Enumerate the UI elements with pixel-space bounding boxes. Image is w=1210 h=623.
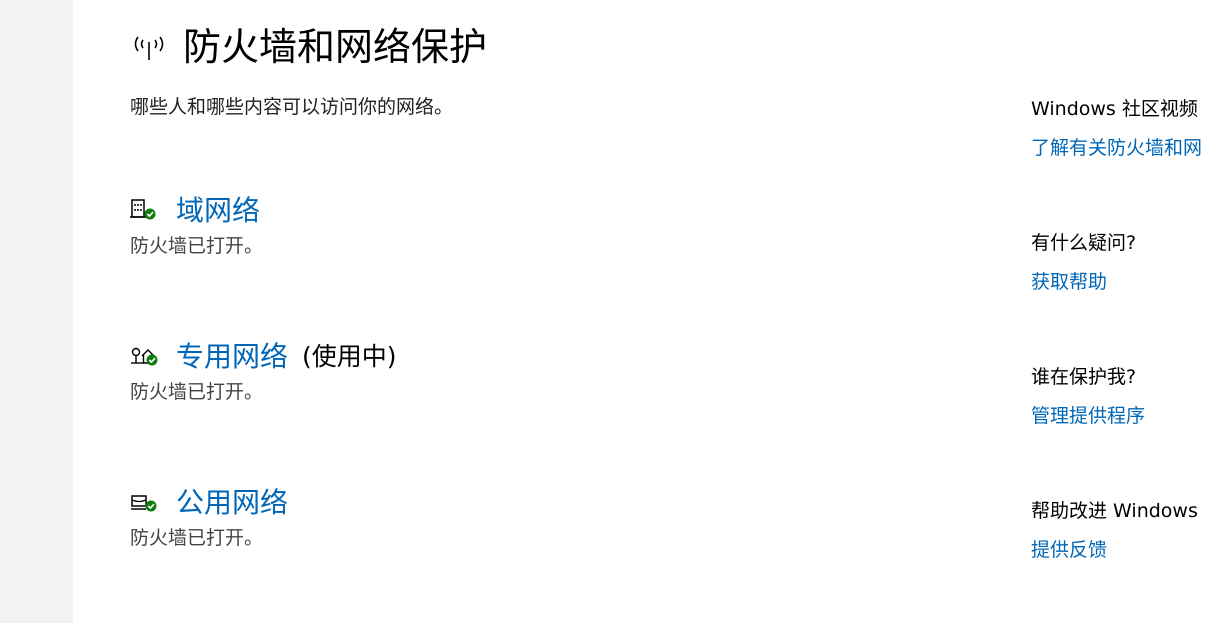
network-domain: 域网络 防火墙已打开。 — [130, 189, 263, 258]
private-home-network-icon — [130, 342, 160, 368]
page-subtitle: 哪些人和哪些内容可以访问你的网络。 — [130, 96, 454, 118]
feedback-section: 帮助改进 Windows 提供反馈 — [1031, 496, 1210, 565]
navigation-rail — [0, 0, 73, 623]
in-use-label: (使用中) — [302, 342, 397, 371]
give-feedback-link[interactable]: 提供反馈 — [1031, 535, 1210, 565]
main-content: 防火墙和网络保护 哪些人和哪些内容可以访问你的网络。 域网络 防火墙已打开。 专… — [73, 0, 1210, 623]
related-links-panel: Windows 社区视频 了解有关防火墙和网 有什么疑问? 获取帮助 谁在保护我… — [1031, 0, 1210, 623]
page-header: 防火墙和网络保护 — [131, 22, 487, 72]
network-private: 专用网络 (使用中) 防火墙已打开。 — [130, 335, 397, 404]
who-protects-me-section: 谁在保护我? 管理提供程序 — [1031, 362, 1210, 431]
side-heading: Windows 社区视频 — [1031, 98, 1198, 120]
side-heading: 帮助改进 Windows — [1031, 500, 1198, 522]
firewall-status: 防火墙已打开。 — [130, 381, 264, 403]
get-help-link[interactable]: 获取帮助 — [1031, 267, 1210, 297]
page-title: 防火墙和网络保护 — [183, 25, 488, 69]
domain-building-icon — [130, 196, 160, 222]
domain-network-link[interactable]: 域网络 — [176, 189, 260, 229]
community-videos-section: Windows 社区视频 了解有关防火墙和网 — [1031, 94, 1210, 163]
public-network-link[interactable]: 公用网络 — [176, 481, 288, 521]
network-public: 公用网络 防火墙已打开。 — [130, 481, 288, 550]
firewall-status: 防火墙已打开。 — [130, 235, 264, 257]
private-network-link[interactable]: 专用网络 — [176, 335, 288, 375]
learn-more-link[interactable]: 了解有关防火墙和网 — [1031, 133, 1210, 163]
side-heading: 谁在保护我? — [1031, 366, 1137, 388]
public-network-icon — [130, 488, 160, 514]
antenna-signal-icon — [131, 33, 167, 61]
firewall-status: 防火墙已打开。 — [130, 527, 264, 549]
questions-section: 有什么疑问? 获取帮助 — [1031, 228, 1210, 297]
manage-providers-link[interactable]: 管理提供程序 — [1031, 401, 1210, 431]
side-heading: 有什么疑问? — [1031, 232, 1137, 254]
